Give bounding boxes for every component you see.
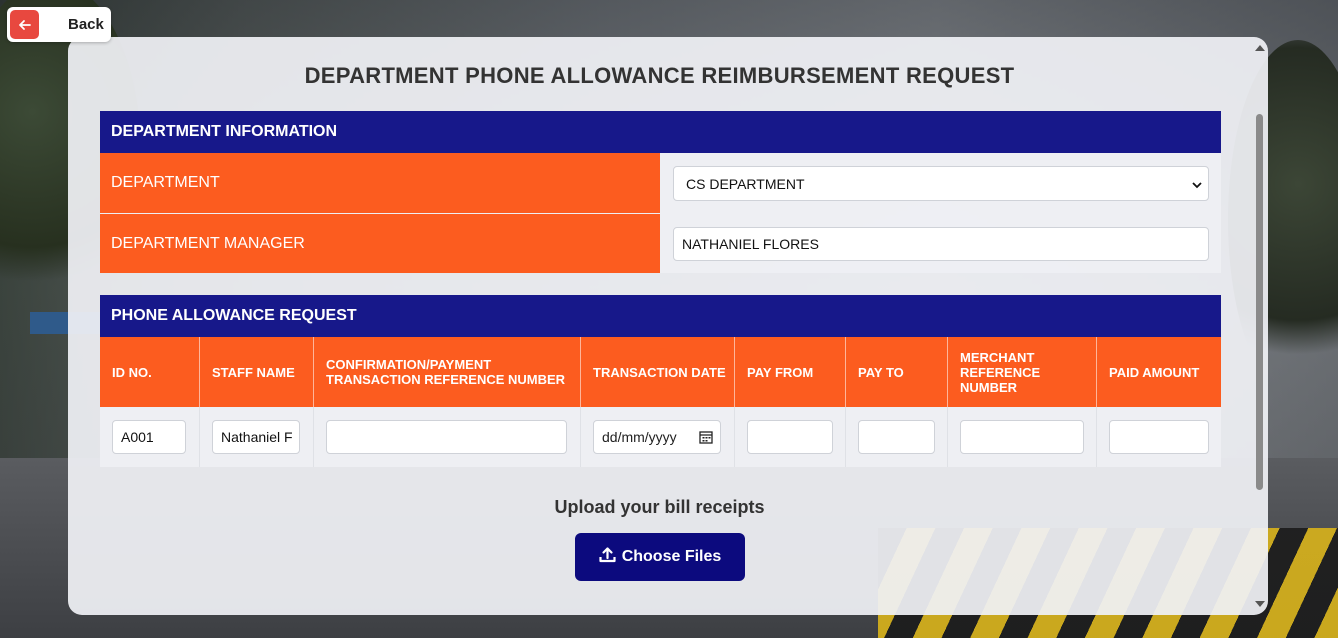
- department-info-section: DEPARTMENT CS DEPARTMENT DEPARTMENT MANA…: [100, 153, 1221, 273]
- scrollbar[interactable]: [1251, 37, 1268, 615]
- column-header-transaction-date: TRANSACTION DATE: [581, 337, 735, 407]
- id-no-input[interactable]: A001: [112, 420, 186, 454]
- column-header-pay-to: PAY TO: [846, 337, 948, 407]
- column-header-merchant-ref: MERCHANT REFERENCE NUMBER: [948, 337, 1097, 407]
- department-info-heading: DEPARTMENT INFORMATION: [100, 111, 1221, 153]
- department-select[interactable]: CS DEPARTMENT: [673, 166, 1209, 201]
- page-title: DEPARTMENT PHONE ALLOWANCE REIMBURSEMENT…: [304, 63, 1015, 88]
- back-button[interactable]: Back: [7, 7, 111, 42]
- choose-files-label: Choose Files: [621, 548, 722, 565]
- staff-name-input[interactable]: Nathaniel F: [212, 420, 300, 454]
- pay-to-input[interactable]: [858, 420, 935, 454]
- calendar-icon[interactable]: [699, 430, 713, 447]
- department-select-value: CS DEPARTMENT: [686, 175, 805, 192]
- column-header-pay-from: PAY FROM: [735, 337, 846, 407]
- arrow-left-icon: [10, 10, 39, 39]
- choose-files-button[interactable]: Choose Files: [575, 533, 745, 581]
- phone-request-heading: PHONE ALLOWANCE REQUEST: [100, 295, 1221, 337]
- scroll-up-icon[interactable]: [1255, 45, 1265, 51]
- chevron-down-icon: [1192, 176, 1202, 192]
- department-manager-label: DEPARTMENT MANAGER: [100, 214, 660, 273]
- merchant-ref-input[interactable]: [960, 420, 1084, 454]
- upload-label: Upload your bill receipts: [554, 497, 765, 517]
- table-row: A001 Nathaniel F dd/mm/yyyy: [100, 407, 1221, 467]
- column-header-confirmation-ref: CONFIRMATION/PAYMENT TRANSACTION REFEREN…: [314, 337, 581, 407]
- paid-amount-input[interactable]: [1109, 420, 1209, 454]
- back-label: Back: [68, 16, 104, 33]
- department-manager-value: NATHANIEL FLORES: [682, 236, 819, 252]
- transaction-date-input[interactable]: dd/mm/yyyy: [593, 420, 721, 454]
- column-header-paid-amount: PAID AMOUNT: [1109, 364, 1200, 380]
- pay-from-input[interactable]: [747, 420, 833, 454]
- form-panel: DEPARTMENT PHONE ALLOWANCE REIMBURSEMENT…: [68, 37, 1268, 615]
- scroll-down-icon[interactable]: [1255, 601, 1265, 607]
- column-header-id: ID NO.: [100, 337, 200, 407]
- confirmation-ref-input[interactable]: [326, 420, 567, 454]
- department-manager-field[interactable]: NATHANIEL FLORES: [673, 227, 1209, 261]
- column-header-staff-name: STAFF NAME: [200, 337, 314, 407]
- upload-icon: [599, 546, 616, 568]
- scroll-thumb[interactable]: [1256, 114, 1263, 490]
- phone-request-table-header: ID NO. STAFF NAME CONFIRMATION/PAYMENT T…: [100, 337, 1221, 407]
- transaction-date-placeholder: dd/mm/yyyy: [602, 429, 677, 445]
- department-label: DEPARTMENT: [100, 153, 660, 213]
